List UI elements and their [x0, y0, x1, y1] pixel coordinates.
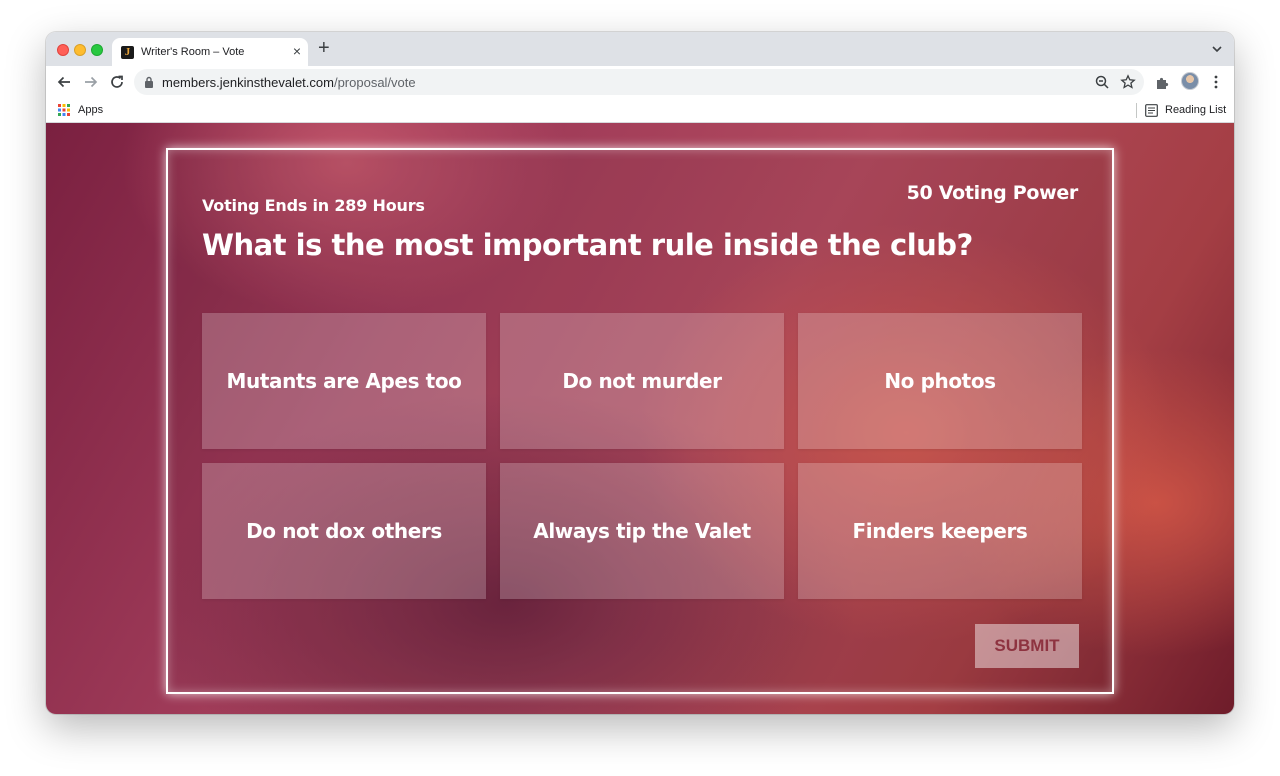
site-favicon-icon: J [121, 46, 134, 59]
vote-option-3[interactable]: No photos [798, 313, 1082, 449]
bookmarks-divider [1136, 103, 1137, 118]
close-window-button[interactable] [57, 44, 69, 56]
forward-arrow-icon[interactable] [82, 73, 100, 91]
bookmark-star-icon[interactable] [1120, 74, 1136, 90]
chevron-down-icon[interactable] [1210, 42, 1224, 56]
vote-option-1[interactable]: Mutants are Apes too [202, 313, 486, 449]
submit-button[interactable]: SUBMIT [975, 624, 1079, 668]
voting-ends-label: Voting Ends in 289 Hours [202, 196, 425, 215]
reading-list-icon[interactable] [1145, 104, 1158, 117]
url-domain: members.jenkinsthevalet.com [162, 75, 334, 90]
lock-icon[interactable] [144, 76, 154, 88]
vote-option-2[interactable]: Do not murder [500, 313, 784, 449]
vote-page: Voting Ends in 289 Hours 50 Voting Power… [46, 123, 1234, 714]
active-tab[interactable]: J Writer's Room – Vote × [112, 38, 308, 66]
browser-toolbar: members.jenkinsthevalet.com/proposal/vot… [46, 66, 1234, 98]
address-bar[interactable]: members.jenkinsthevalet.com/proposal/vot… [134, 69, 1144, 95]
browser-window: J Writer's Room – Vote × + members.jenki… [46, 32, 1234, 714]
apps-grid-icon[interactable] [58, 104, 70, 116]
minimize-window-button[interactable] [74, 44, 86, 56]
apps-bookmark[interactable]: Apps [78, 104, 103, 116]
tab-title: Writer's Room – Vote [141, 46, 245, 58]
voting-power-label: 50 Voting Power [906, 182, 1079, 204]
reload-icon[interactable] [108, 73, 126, 91]
vote-panel: Voting Ends in 289 Hours 50 Voting Power… [166, 148, 1114, 694]
vote-option-5[interactable]: Always tip the Valet [500, 463, 784, 599]
zoom-icon[interactable] [1094, 74, 1110, 90]
close-tab-icon[interactable]: × [293, 44, 301, 58]
maximize-window-button[interactable] [91, 44, 103, 56]
back-arrow-icon[interactable] [55, 73, 73, 91]
profile-avatar[interactable] [1181, 72, 1199, 90]
proposal-question: What is the most important rule inside t… [202, 228, 973, 262]
extensions-puzzle-icon[interactable] [1154, 73, 1172, 91]
reading-list-button[interactable]: Reading List [1165, 104, 1226, 116]
tab-strip: J Writer's Room – Vote × + [46, 32, 1234, 66]
url-text[interactable]: members.jenkinsthevalet.com/proposal/vot… [162, 75, 416, 90]
vote-option-4[interactable]: Do not dox others [202, 463, 486, 599]
more-options-icon[interactable] [1207, 73, 1225, 91]
url-path: /proposal/vote [333, 75, 416, 90]
vote-option-6[interactable]: Finders keepers [798, 463, 1082, 599]
new-tab-button[interactable]: + [318, 38, 330, 58]
bookmarks-bar: Apps Reading List [46, 98, 1234, 123]
